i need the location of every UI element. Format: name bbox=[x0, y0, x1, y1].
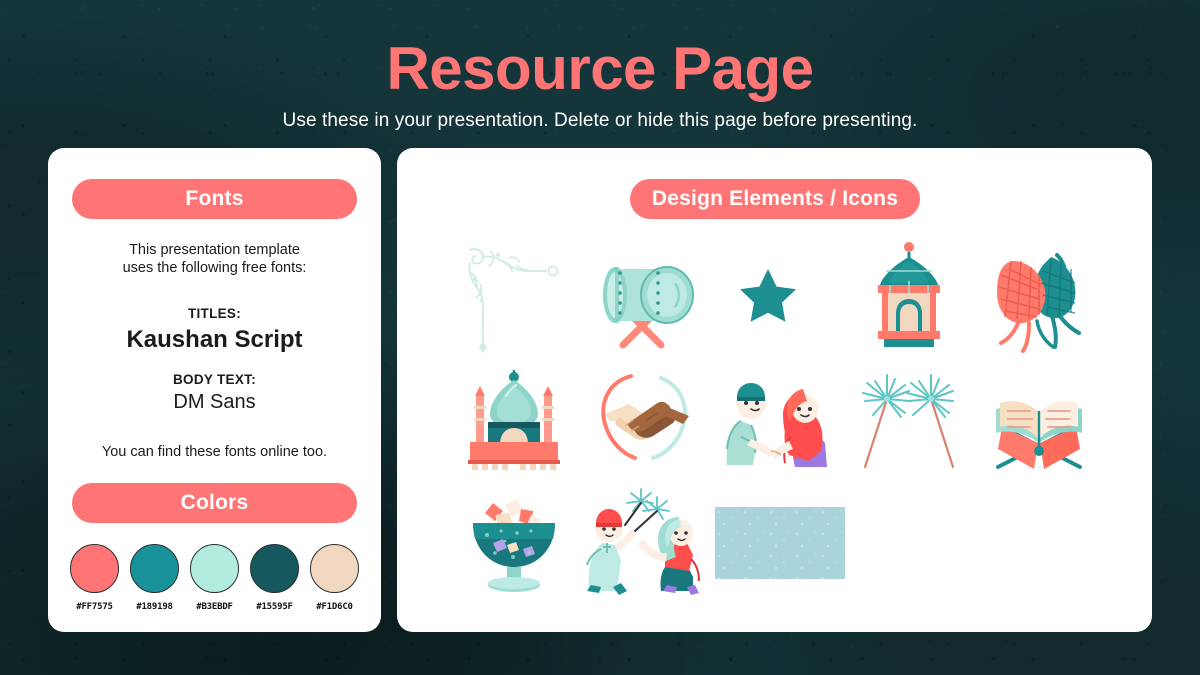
texture-swatch-icon-cell[interactable] bbox=[714, 481, 845, 604]
color-swatch-hex-label: #15595F bbox=[256, 602, 293, 612]
sparklers-icon-cell[interactable] bbox=[845, 359, 975, 482]
quran-on-rehal-icon-cell[interactable] bbox=[974, 359, 1104, 482]
handshake-icon bbox=[600, 373, 689, 460]
titles-font-name: Kaushan Script bbox=[126, 326, 303, 353]
lantern-icon-cell[interactable] bbox=[845, 236, 975, 359]
page-subtitle: Use these in your presentation. Delete o… bbox=[282, 110, 918, 131]
color-swatch[interactable]: #B3EBDF bbox=[188, 544, 241, 612]
slide-canvas: Resource Page Use these in your presenta… bbox=[0, 0, 1200, 675]
page-title: Resource Page bbox=[386, 35, 814, 102]
color-swatch-dot bbox=[130, 544, 179, 593]
mosque-icon-cell[interactable] bbox=[449, 359, 579, 482]
color-swatch-dot bbox=[190, 544, 239, 593]
design-elements-pill: Design Elements / Icons bbox=[630, 179, 920, 219]
colors-section-pill: Colors bbox=[72, 483, 357, 523]
bedug-drum-icon-cell[interactable] bbox=[579, 236, 715, 359]
color-swatch-hex-label: #F1D6C0 bbox=[316, 602, 353, 612]
children-with-sparklers-icon-cell[interactable] bbox=[579, 481, 715, 604]
color-swatch-hex-label: #189198 bbox=[136, 602, 173, 612]
color-swatch-hex-label: #B3EBDF bbox=[196, 602, 233, 612]
ketupat-icon-cell[interactable] bbox=[974, 236, 1104, 359]
color-swatch[interactable]: #FF7575 bbox=[68, 544, 121, 612]
greeting-couple-icon-cell[interactable] bbox=[715, 359, 845, 482]
ornamental-corner-flourish-icon-cell[interactable] bbox=[449, 236, 579, 359]
quran-on-rehal-icon bbox=[996, 401, 1083, 469]
color-swatch-dot bbox=[70, 544, 119, 593]
children-with-sparklers-icon bbox=[585, 487, 700, 595]
color-swatch-dot bbox=[310, 544, 359, 593]
fonts-and-colors-card: Fonts This presentation template uses th… bbox=[48, 148, 381, 632]
icon-grid bbox=[449, 236, 1104, 604]
body-font-name: DM Sans bbox=[173, 391, 256, 413]
color-swatch[interactable]: #15595F bbox=[248, 544, 301, 612]
flourish-end-dot bbox=[547, 265, 559, 277]
sparklers-icon bbox=[862, 373, 955, 469]
greeting-couple-icon bbox=[725, 382, 827, 467]
star-and-crescent-icon-cell[interactable] bbox=[715, 236, 845, 359]
fonts-section-pill: Fonts bbox=[72, 179, 357, 219]
texture-swatch-icon bbox=[714, 506, 845, 579]
handshake-icon-cell[interactable] bbox=[579, 359, 715, 482]
color-swatch[interactable]: #F1D6C0 bbox=[308, 544, 361, 612]
color-swatch-hex-label: #FF7575 bbox=[76, 602, 113, 612]
bedug-drum-icon bbox=[602, 266, 694, 349]
body-font-label: BODY TEXT: bbox=[172, 372, 256, 387]
candy-bowl-icon-cell[interactable] bbox=[449, 481, 579, 604]
star-and-crescent-icon bbox=[739, 251, 802, 344]
titles-font-label: TITLES: bbox=[187, 306, 242, 321]
design-elements-card: Design Elements / Icons bbox=[397, 148, 1152, 632]
color-swatch-row: #FF7575 #189198 #B3EBDF #15595F #F1D6C0 bbox=[68, 544, 361, 612]
fonts-intro-line-1: This presentation template bbox=[129, 242, 300, 258]
mosque-icon bbox=[467, 369, 560, 470]
color-swatch[interactable]: #189198 bbox=[128, 544, 181, 612]
fonts-intro-line-2: uses the following free fonts: bbox=[122, 259, 307, 276]
ketupat-icon bbox=[997, 253, 1082, 354]
ornamental-corner-flourish-icon bbox=[468, 248, 559, 354]
color-swatch-dot bbox=[250, 544, 299, 593]
candy-bowl-icon bbox=[472, 498, 555, 592]
lantern-icon bbox=[878, 242, 941, 348]
fonts-intro-text: This presentation template uses the foll… bbox=[48, 242, 381, 278]
fonts-footer-note: You can find these fonts online too. bbox=[101, 444, 328, 460]
